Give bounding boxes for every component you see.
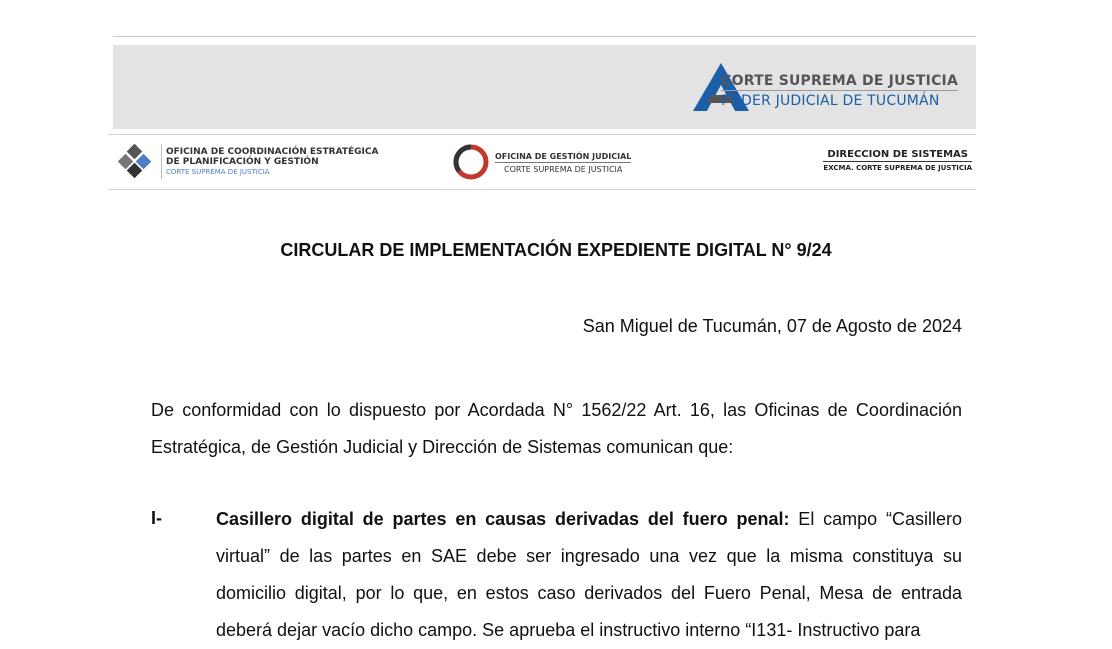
judiciary-name: PODER JUDICIAL DE TUCUMÁN — [721, 93, 940, 109]
intro-paragraph: De conformidad con lo dispuesto por Acor… — [151, 400, 962, 457]
header-banner: CORTE SUPREMA DE JUSTICIA PODER JUDICIAL… — [113, 45, 976, 129]
place-date: San Miguel de Tucumán, 07 de Agosto de 2… — [582, 316, 962, 336]
item-body: Casillero digital de partes en causas de… — [216, 501, 962, 649]
ogj-line1: OFICINA DE GESTIÓN JUDICIAL — [495, 152, 632, 163]
ogj-logo-icon — [453, 144, 489, 180]
oce-logo-icon — [117, 144, 152, 179]
oce-line3: CORTE SUPREMA DE JUSTICIA — [166, 168, 270, 176]
ogj-line2: CORTE SUPREMA DE JUSTICIA — [504, 165, 623, 174]
court-name: CORTE SUPREMA DE JUSTICIA — [721, 73, 958, 89]
title-divider — [721, 90, 958, 91]
oce-line2: DE PLANIFICACIÓN Y GESTIÓN — [166, 157, 319, 167]
office-logos-strip: OFICINA DE COORDINACIÓN ESTRATÉGICA DE P… — [108, 134, 976, 190]
item-number: I- — [151, 508, 162, 528]
ds-line1: DIRECCION DE SISTEMAS — [823, 149, 972, 162]
item-heading: Casillero digital de partes en causas de… — [216, 509, 790, 529]
oce-line1: OFICINA DE COORDINACIÓN ESTRATÉGICA — [166, 147, 379, 157]
ds-line2: EXCMA. CORTE SUPREMA DE JUSTICIA — [823, 164, 972, 172]
top-rule — [113, 36, 976, 37]
oce-office-name: OFICINA DE COORDINACIÓN ESTRATÉGICA DE P… — [166, 147, 378, 177]
ds-office-name: DIRECCION DE SISTEMAS EXCMA. CORTE SUPRE… — [823, 149, 972, 172]
document-title: CIRCULAR DE IMPLEMENTACIÓN EXPEDIENTE DI… — [280, 240, 832, 260]
court-title: CORTE SUPREMA DE JUSTICIA PODER JUDICIAL… — [721, 73, 958, 109]
oce-divider — [161, 144, 162, 179]
ogj-office-name: OFICINA DE GESTIÓN JUDICIAL CORTE SUPREM… — [495, 152, 632, 174]
